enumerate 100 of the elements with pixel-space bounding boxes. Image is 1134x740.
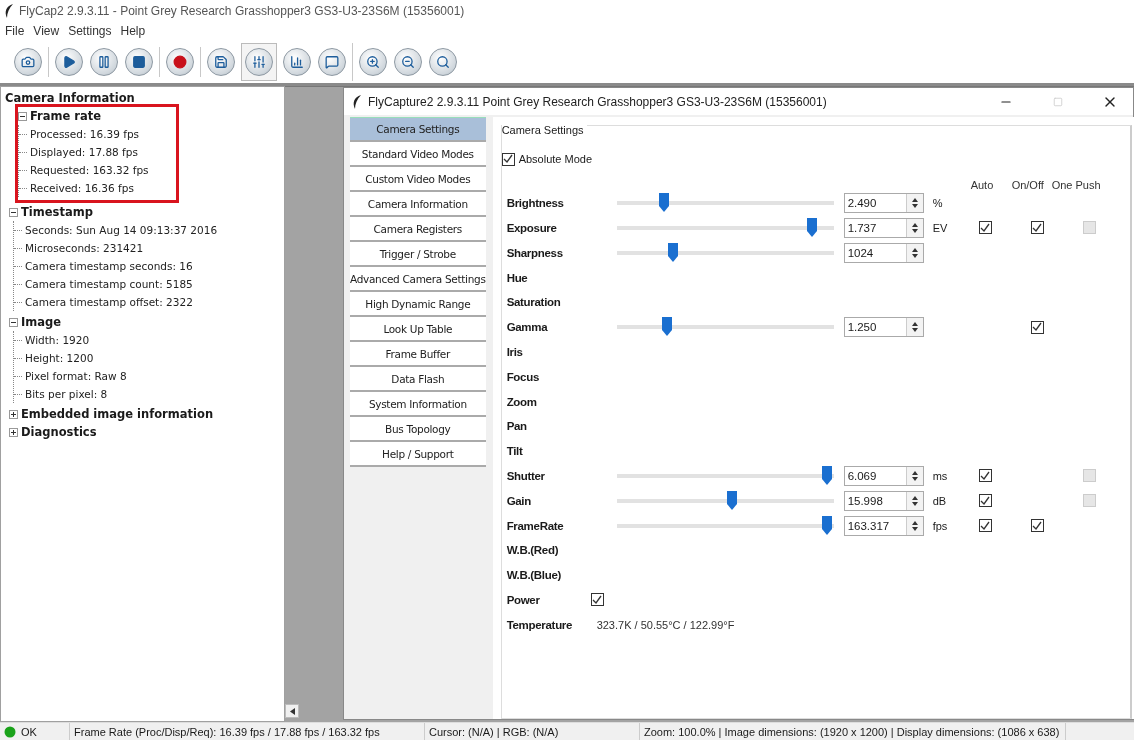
expand-icon[interactable] (9, 427, 18, 437)
toolbar-button[interactable] (241, 42, 277, 81)
spinner-icon[interactable] (905, 466, 923, 485)
slider-thumb[interactable] (822, 465, 833, 485)
property-label: Pan (506, 420, 527, 433)
slider-thumb[interactable] (661, 317, 672, 337)
nav-tab[interactable]: Help / Support (350, 442, 486, 467)
checkbox[interactable] (590, 593, 604, 607)
toolbar-button[interactable] (124, 46, 154, 77)
toolbar-button[interactable] (317, 46, 347, 77)
tree-node[interactable]: Diagnostics (21, 425, 97, 439)
checkbox[interactable] (978, 221, 992, 235)
nav-tab[interactable]: Custom Video Modes (350, 167, 486, 192)
checkbox-label: Absolute Mode (518, 153, 592, 165)
menu-item[interactable]: Help (120, 24, 146, 38)
menu-item[interactable]: File (5, 24, 25, 38)
spinner-icon[interactable] (905, 516, 923, 535)
nav-tab[interactable]: System Information (350, 392, 486, 417)
tree-node[interactable]: Image (21, 315, 62, 329)
expand-icon[interactable] (9, 409, 18, 419)
number-field[interactable]: 163.317 (843, 515, 924, 536)
nav-tab[interactable]: Standard Video Modes (350, 142, 486, 167)
nav-tab[interactable]: Data Flash (350, 367, 486, 392)
window-title: FlyCap2 2.9.3.11 - Point Grey Research Grasshopper3 GS3-U3-23S6M (15356001) (19, 4, 465, 18)
checkbox[interactable] (1030, 320, 1044, 334)
menu-item[interactable]: View (33, 24, 60, 38)
tree-leaf: Camera timestamp offset: 2322 (25, 296, 193, 308)
toolbar-button[interactable] (89, 46, 119, 77)
camera-icon (21, 54, 35, 69)
spinner-icon[interactable] (905, 491, 923, 510)
checkbox[interactable] (978, 469, 992, 483)
property-label: Power (506, 593, 540, 606)
property-label: Shutter (506, 469, 545, 482)
checkbox[interactable] (978, 519, 992, 533)
status-field: Frame Rate (Proc/Disp/Req): 16.39 fps / 17.88 fps / 163.32 fps (74, 725, 380, 738)
slider-thumb[interactable] (806, 218, 817, 237)
property-label: Gain (506, 494, 531, 507)
tree-node[interactable]: Timestamp (21, 205, 93, 219)
property-label: Sharpness (506, 246, 563, 259)
toolbar-button[interactable] (282, 46, 312, 77)
dialog-title: FlyCapture2 2.9.3.11 Point Grey Research Grasshopper3 GS3-U3-23S6M (15356001) (368, 94, 828, 109)
nav-tab[interactable]: High Dynamic Range (350, 292, 486, 317)
property-label: Temperature (506, 618, 573, 631)
menu-item[interactable]: Settings (68, 24, 112, 38)
collapse-icon[interactable] (9, 207, 18, 217)
pause-icon (97, 54, 111, 69)
toolbar-button[interactable] (165, 46, 195, 77)
nav-tab[interactable]: Bus Topology (350, 417, 486, 442)
property-label: Iris (506, 345, 523, 358)
checkbox[interactable] (1030, 519, 1044, 533)
tree-leaf: Requested: 163.32 fps (30, 164, 149, 176)
tree-leaf: Bits per pixel: 8 (25, 388, 108, 400)
save-icon (214, 54, 228, 69)
collapse-icon[interactable] (9, 317, 18, 327)
toolbar-button[interactable] (393, 46, 423, 77)
slider-thumb[interactable] (659, 193, 670, 213)
toolbar-button[interactable] (13, 46, 43, 77)
slider-thumb[interactable] (822, 515, 833, 535)
app-logo-icon (4, 4, 14, 18)
checkbox[interactable] (501, 152, 515, 166)
toolbar-button[interactable] (54, 46, 84, 77)
chart-icon (290, 54, 304, 69)
checkbox[interactable] (978, 494, 992, 508)
number-field[interactable]: 1024 (843, 242, 924, 263)
toolbar-button[interactable] (428, 46, 458, 77)
scroll-left-icon[interactable] (285, 704, 299, 718)
tree-leaf: Width: 1920 (25, 334, 90, 346)
nav-tab[interactable]: Trigger / Strobe (350, 242, 486, 267)
tree-leaf: Received: 16.36 fps (30, 182, 134, 194)
collapse-icon[interactable] (18, 111, 27, 121)
spinner-icon[interactable] (905, 318, 923, 337)
status-ok-icon (4, 725, 16, 738)
number-field[interactable]: 15.998 (843, 490, 924, 511)
property-label: W.B.(Blue) (506, 569, 562, 582)
number-field[interactable]: 1.737 (843, 218, 924, 238)
spinner-icon[interactable] (905, 243, 923, 262)
unit-label: dB (931, 494, 948, 507)
slider-thumb[interactable] (726, 490, 737, 510)
zoom-out-icon (401, 54, 415, 69)
nav-tab[interactable]: Camera Information (350, 192, 486, 217)
sliders-icon (252, 54, 266, 69)
slider-thumb[interactable] (668, 242, 679, 262)
tree-leaf: Camera timestamp count: 5185 (25, 278, 193, 290)
nav-tab[interactable]: Camera Registers (350, 217, 486, 242)
spinner-icon[interactable] (905, 194, 923, 213)
toolbar-button[interactable] (206, 46, 236, 77)
number-field[interactable]: 2.490 (843, 193, 924, 214)
column-header: One Push (1051, 178, 1101, 191)
nav-tab[interactable]: Advanced Camera Settings (350, 267, 486, 292)
tree-node[interactable]: Frame rate (30, 109, 102, 123)
tree-node[interactable]: Embedded image information (21, 407, 214, 421)
number-field[interactable]: 1.250 (843, 317, 924, 338)
nav-tab[interactable]: Look Up Table (350, 317, 486, 342)
nav-tab[interactable]: Camera Settings (350, 117, 486, 142)
number-field[interactable]: 6.069 (843, 465, 924, 486)
search-icon (436, 54, 450, 69)
toolbar-button[interactable] (358, 46, 388, 77)
checkbox[interactable] (1030, 221, 1044, 235)
spinner-icon[interactable] (905, 219, 923, 237)
nav-tab[interactable]: Frame Buffer (350, 342, 486, 367)
